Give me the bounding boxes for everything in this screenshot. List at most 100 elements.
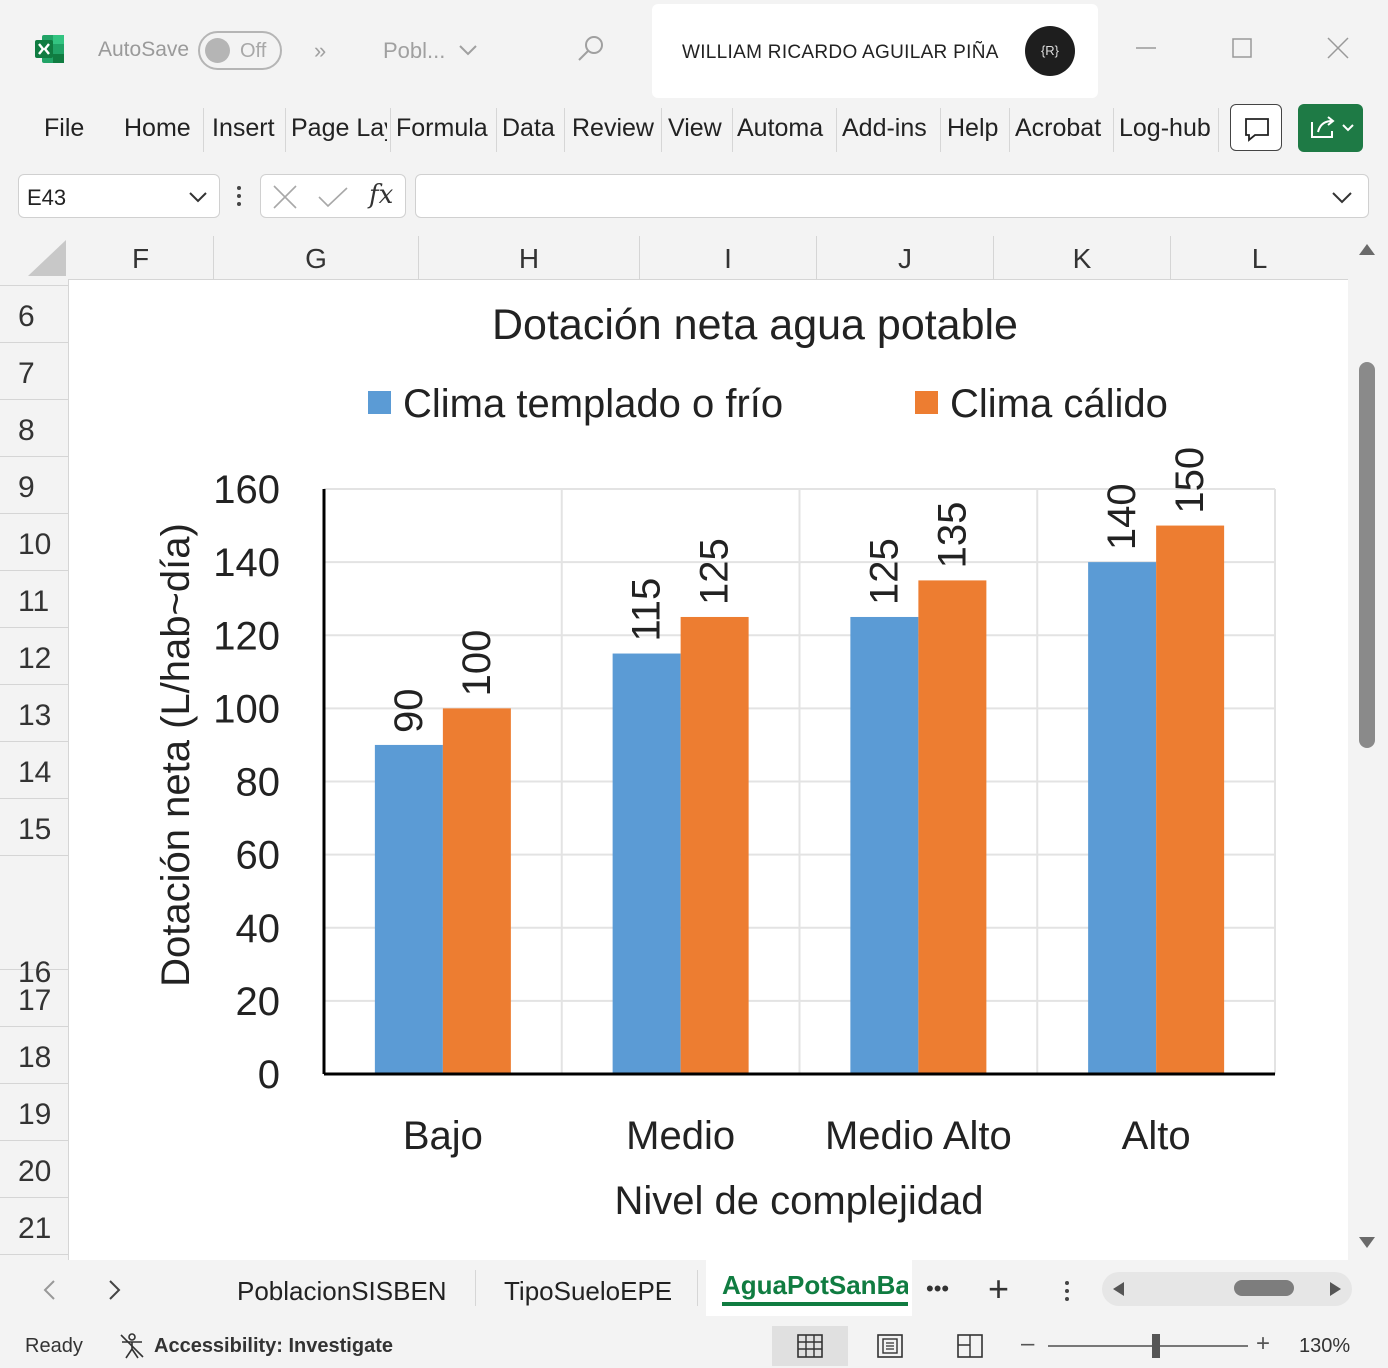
row-header[interactable]: 6 [0,286,68,343]
tab-separator [475,1270,476,1306]
chart-area[interactable]: Dotación neta agua potable Clima templad… [70,281,1348,1260]
accessibility-status[interactable]: Accessibility: Investigate [154,1335,393,1358]
tab-separator [940,108,941,152]
row-header[interactable]: 11 [0,571,68,628]
autosave-toggle[interactable]: Off [198,31,282,70]
row-header[interactable]: 7 [0,343,68,400]
tab-insert[interactable]: Insert [212,114,282,143]
page-layout-icon [877,1334,903,1358]
normal-view-button[interactable] [772,1326,848,1366]
row-header[interactable]: 15 [0,799,68,856]
sheet-tab[interactable]: TipoSueloEPE [504,1276,674,1307]
name-box[interactable]: E43 [18,174,220,218]
row-header[interactable]: 16 [0,856,68,989]
select-all-corner[interactable] [0,236,68,280]
horizontal-scrollbar[interactable] [1102,1272,1352,1306]
formula-input[interactable] [415,174,1369,218]
search-icon[interactable] [576,34,606,64]
vertical-scroll-thumb[interactable] [1359,362,1375,748]
scroll-up-icon[interactable] [1357,240,1377,258]
horizontal-scroll-thumb[interactable] [1234,1280,1294,1296]
legend-label: Clima cálido [950,382,1168,426]
tab-log-hub[interactable]: Log-hub [1119,114,1215,143]
zoom-slider-thumb[interactable] [1152,1334,1160,1358]
tab-add-ins[interactable]: Add-ins [842,114,938,143]
scroll-down-icon[interactable] [1357,1234,1377,1252]
tab-acrobat[interactable]: Acrobat [1015,114,1111,143]
worksheet-grid[interactable]: F G H I J K L 5 6 7 8 9 10 11 12 13 14 1… [0,236,1388,1260]
row-header[interactable]: 10 [0,514,68,571]
row-header[interactable]: 20 [0,1141,68,1198]
status-ready: Ready [25,1335,83,1357]
row-header[interactable]: 21 [0,1198,68,1255]
tab-automate[interactable]: Automa [737,114,833,143]
scroll-left-icon[interactable] [1110,1280,1128,1298]
more-sheets-button[interactable]: ••• [926,1276,949,1302]
row-header[interactable]: 14 [0,742,68,799]
tab-page-layout[interactable]: Page Lay [291,114,387,143]
vertical-scrollbar[interactable] [1348,236,1388,1260]
cancel-icon[interactable] [271,185,299,209]
tab-separator [1009,108,1010,152]
bar-chart[interactable]: Dotación neta agua potable Clima templad… [70,281,1348,1260]
share-button[interactable] [1298,104,1363,152]
sheet-tab-active[interactable]: AguaPotSanBa [722,1270,908,1301]
zoom-slider[interactable] [1048,1345,1248,1347]
file-name[interactable]: Pobl... [383,38,445,64]
page-break-view-button[interactable] [932,1326,1008,1366]
row-header[interactable]: 19 [0,1084,68,1141]
insert-function-button[interactable]: fx [369,180,393,210]
tab-help[interactable]: Help [947,114,1007,143]
close-icon[interactable] [1320,30,1356,66]
chevron-down-icon[interactable] [187,187,209,207]
column-header[interactable]: I [639,236,816,280]
row-header[interactable]: 18 [0,1027,68,1084]
more-vertical-icon[interactable] [233,184,245,208]
autosave-label: AutoSave [98,38,190,61]
column-header[interactable]: F [68,236,213,280]
tab-home[interactable]: Home [124,114,200,143]
zoom-out-button[interactable]: – [1021,1330,1034,1358]
sheet-tab[interactable]: PoblacionSISBEN [237,1276,449,1307]
add-sheet-button[interactable]: + [988,1268,1009,1310]
row-header[interactable]: 17 [0,970,68,1027]
column-header[interactable]: J [816,236,993,280]
row-header[interactable]: 12 [0,628,68,685]
legend-swatch [368,391,391,414]
check-icon[interactable] [317,185,349,209]
tab-file[interactable]: File [44,114,90,143]
zoom-level[interactable]: 130% [1299,1335,1350,1358]
chevron-left-icon[interactable] [40,1278,60,1302]
tab-separator [1218,108,1219,152]
x-tick-label: Alto [1122,1114,1191,1158]
comments-button[interactable] [1230,104,1282,151]
scroll-right-icon[interactable] [1326,1280,1344,1298]
tab-view[interactable]: View [668,114,730,143]
row-header[interactable]: 9 [0,457,68,514]
toggle-knob [205,38,230,63]
tab-formulas[interactable]: Formula [396,114,494,143]
bar [442,708,511,1074]
tab-review[interactable]: Review [572,114,658,143]
tab-data[interactable]: Data [502,114,562,143]
chevron-down-icon[interactable] [1330,187,1354,207]
column-header[interactable]: G [213,236,418,280]
chevron-right-icon[interactable] [104,1278,124,1302]
minimize-icon[interactable] [1128,30,1164,66]
row-header[interactable]: 8 [0,400,68,457]
avatar[interactable]: {R} [1025,26,1075,76]
column-header[interactable]: L [1170,236,1348,280]
page-layout-view-button[interactable] [852,1326,928,1366]
column-header[interactable]: K [993,236,1170,280]
bar [612,653,681,1074]
accessibility-icon[interactable] [118,1332,146,1360]
account-area[interactable]: WILLIAM RICARDO AGUILAR PIÑA {R} [652,4,1098,98]
data-label: 125 [693,538,737,605]
quick-access-more-button[interactable]: » [314,38,326,64]
chevron-down-icon[interactable] [456,38,480,62]
zoom-in-button[interactable]: + [1256,1330,1270,1358]
row-header[interactable]: 13 [0,685,68,742]
maximize-icon[interactable] [1224,30,1260,66]
more-vertical-icon[interactable] [1060,1278,1074,1304]
column-header[interactable]: H [418,236,639,280]
